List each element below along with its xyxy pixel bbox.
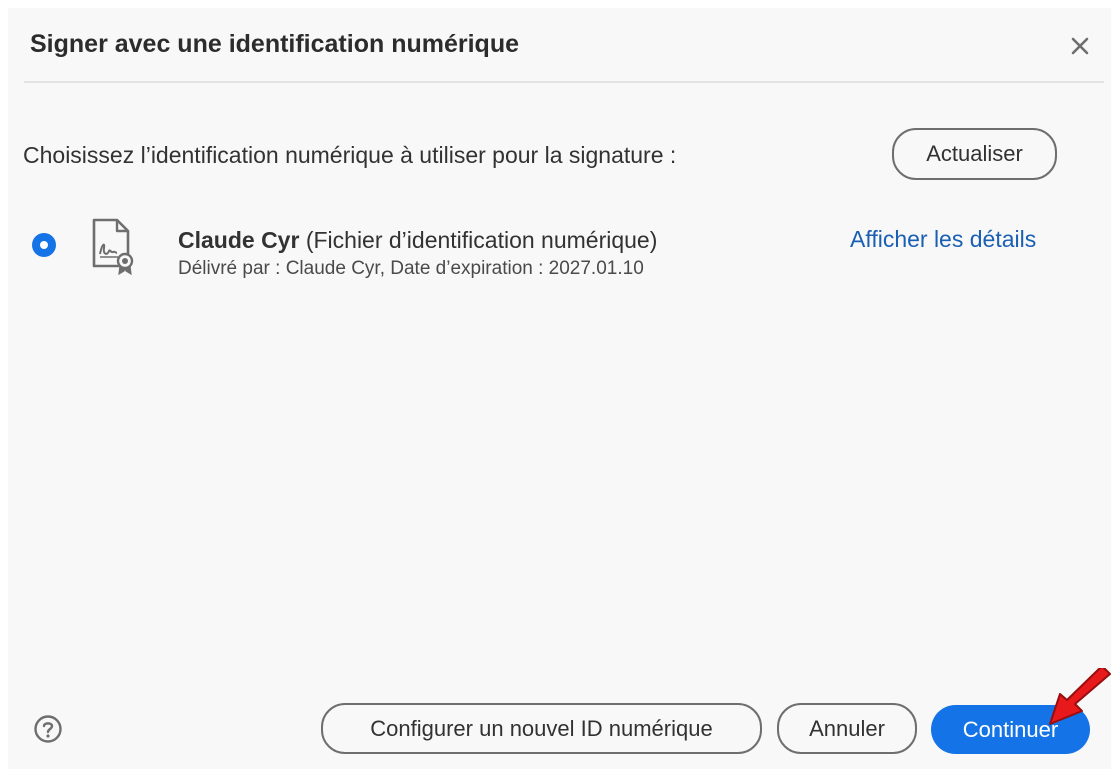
configure-new-id-button[interactable]: Configurer un nouvel ID numérique	[321, 703, 762, 754]
identity-type: (Fichier d’identification numérique)	[305, 227, 658, 253]
cancel-button[interactable]: Annuler	[777, 703, 917, 754]
close-icon[interactable]	[1066, 32, 1094, 60]
certificate-icon	[92, 218, 134, 276]
dialog-title: Signer avec une identification numérique	[30, 30, 519, 58]
radio-dot	[40, 241, 48, 249]
refresh-button[interactable]: Actualiser	[892, 128, 1057, 180]
identity-issued-info: Délivré par : Claude Cyr, Date d’expirat…	[178, 258, 644, 279]
red-arrow-icon	[1049, 668, 1111, 725]
help-icon[interactable]	[32, 713, 64, 745]
show-details-link[interactable]: Afficher les détails	[850, 226, 1036, 253]
identity-title: Claude Cyr (Fichier d’identification num…	[178, 227, 657, 254]
identity-radio-selected[interactable]	[32, 233, 56, 257]
sign-dialog: Signer avec une identification numérique…	[8, 8, 1111, 769]
title-divider	[24, 81, 1104, 83]
choose-id-prompt: Choisissez l’identification numérique à …	[23, 142, 677, 168]
identity-name: Claude Cyr	[178, 227, 300, 253]
